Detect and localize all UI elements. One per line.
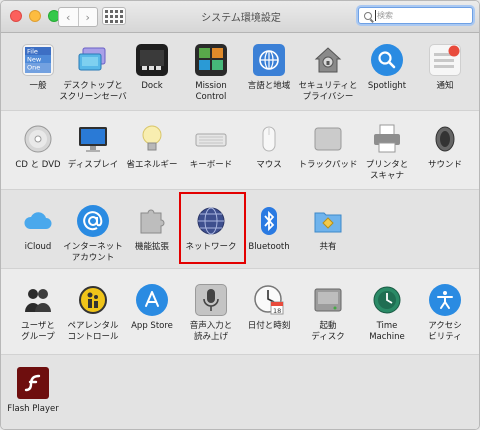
pref-label: アクセシ ビリティ — [428, 321, 462, 342]
printer-icon — [371, 123, 403, 155]
spotlight-icon — [371, 44, 403, 76]
network-highlight-box — [179, 192, 246, 264]
pref-mouse[interactable]: マウス — [238, 123, 300, 195]
app-store-icon — [136, 284, 168, 316]
house-lock-icon — [312, 44, 344, 76]
general-file-icon: File New One — [22, 44, 54, 76]
pref-printers-scanners[interactable]: プリンタと スキャナ — [356, 123, 418, 195]
lightbulb-icon — [136, 123, 168, 155]
pref-security-privacy[interactable]: セキュリティと プライバシー — [297, 44, 359, 116]
display-icon — [77, 123, 109, 155]
minimize-window-button[interactable] — [29, 10, 41, 22]
language-region-icon — [253, 44, 285, 76]
pref-keyboard[interactable]: キーボード — [180, 123, 242, 195]
flash-player-icon — [17, 367, 49, 399]
sharing-folder-icon — [312, 205, 344, 237]
keyboard-icon — [195, 123, 227, 155]
pref-flash-player[interactable]: Flash Player — [2, 367, 64, 429]
bluetooth-icon — [253, 205, 285, 237]
search-input[interactable]: 検索 — [358, 7, 473, 24]
show-all-grid-button[interactable] — [102, 7, 126, 25]
window-title: システム環境設定 — [201, 13, 281, 24]
title-bar: ‹ › システム環境設定 検索 — [1, 1, 479, 33]
pref-mission-control[interactable]: Mission Control — [180, 44, 242, 116]
startup-disk-icon — [312, 284, 344, 316]
dock-icon — [136, 44, 168, 76]
pref-users-groups[interactable]: ユーザと グループ — [7, 284, 69, 356]
cd-dvd-icon — [22, 123, 54, 155]
pref-label: サウンド — [427, 160, 462, 170]
search-placeholder: 検索 — [375, 10, 393, 21]
pref-general[interactable]: File New One 一般 — [7, 44, 69, 116]
system-preferences-window: ‹ › システム環境設定 検索 File New One 一般 デスクトップと … — [0, 0, 480, 430]
pref-dock[interactable]: Dock — [121, 44, 183, 116]
pref-sound[interactable]: サウンド — [414, 123, 476, 195]
mission-control-icon — [195, 44, 227, 76]
icloud-icon — [22, 205, 54, 237]
pref-energy-saver[interactable]: 省エネルギー — [121, 123, 183, 195]
pref-dictation-speech[interactable]: 音声入力と 読み上げ — [180, 284, 242, 356]
forward-button[interactable]: › — [79, 8, 98, 26]
search-icon — [364, 11, 372, 20]
navigation-buttons: ‹ › — [58, 7, 98, 27]
back-button[interactable]: ‹ — [59, 8, 79, 26]
pref-app-store[interactable]: App Store — [121, 284, 183, 356]
trackpad-icon — [312, 123, 344, 155]
pref-spotlight[interactable]: Spotlight — [356, 44, 418, 116]
pref-displays[interactable]: ディスプレイ — [62, 123, 124, 195]
microphone-icon — [195, 284, 227, 316]
desktop-screensaver-icon — [77, 44, 109, 76]
pref-parental-controls[interactable]: ペアレンタル コントロール — [62, 284, 124, 356]
pref-label: 共有 — [319, 242, 337, 252]
pref-extensions[interactable]: 機能拡張 — [121, 205, 183, 277]
pref-desktop-screensaver[interactable]: デスクトップと スクリーンセーバ — [59, 44, 127, 116]
pref-date-time[interactable]: 18 日付と時刻 — [238, 284, 300, 356]
hardware-section: CD と DVD ディスプレイ 省エネルギー キーボード マウス トラックパッド… — [1, 111, 479, 190]
pref-startup-disk[interactable]: 起動 ディスク — [297, 284, 359, 356]
accessibility-icon — [429, 284, 461, 316]
notifications-icon — [429, 44, 461, 76]
svg-text:File: File — [27, 48, 38, 56]
parental-controls-icon — [77, 284, 109, 316]
pref-icloud[interactable]: iCloud — [7, 205, 69, 277]
pref-bluetooth[interactable]: Bluetooth — [238, 205, 300, 277]
pref-accessibility[interactable]: アクセシ ビリティ — [414, 284, 476, 356]
speaker-icon — [429, 123, 461, 155]
svg-text:New: New — [27, 56, 42, 64]
personal-section: File New One 一般 デスクトップと スクリーンセーバ Dock Mi… — [1, 33, 479, 111]
pref-notifications[interactable]: 通知 — [414, 44, 476, 116]
svg-text:One: One — [27, 64, 40, 72]
pref-trackpad[interactable]: トラックパッド — [297, 123, 359, 195]
internet-accounts-icon — [77, 205, 109, 237]
close-window-button[interactable] — [10, 10, 22, 22]
time-machine-icon — [371, 284, 403, 316]
pref-time-machine[interactable]: Time Machine — [356, 284, 418, 356]
pref-language-region[interactable]: 言語と地域 — [238, 44, 300, 116]
svg-text:18: 18 — [273, 307, 281, 315]
pref-cd-dvd[interactable]: CD と DVD — [7, 123, 69, 195]
system-section: ユーザと グループ ペアレンタル コントロール App Store 音声入力と … — [1, 269, 479, 355]
users-groups-icon — [22, 284, 54, 316]
pref-internet-accounts[interactable]: インターネット アカウント — [62, 205, 124, 277]
mouse-icon — [253, 123, 285, 155]
other-section: Flash Player — [1, 355, 479, 429]
puzzle-piece-icon — [136, 205, 168, 237]
clock-calendar-icon: 18 — [253, 284, 285, 316]
pref-sharing[interactable]: 共有 — [297, 205, 359, 277]
pref-label: 通知 — [436, 81, 454, 91]
pref-label: Flash Player — [7, 404, 59, 414]
